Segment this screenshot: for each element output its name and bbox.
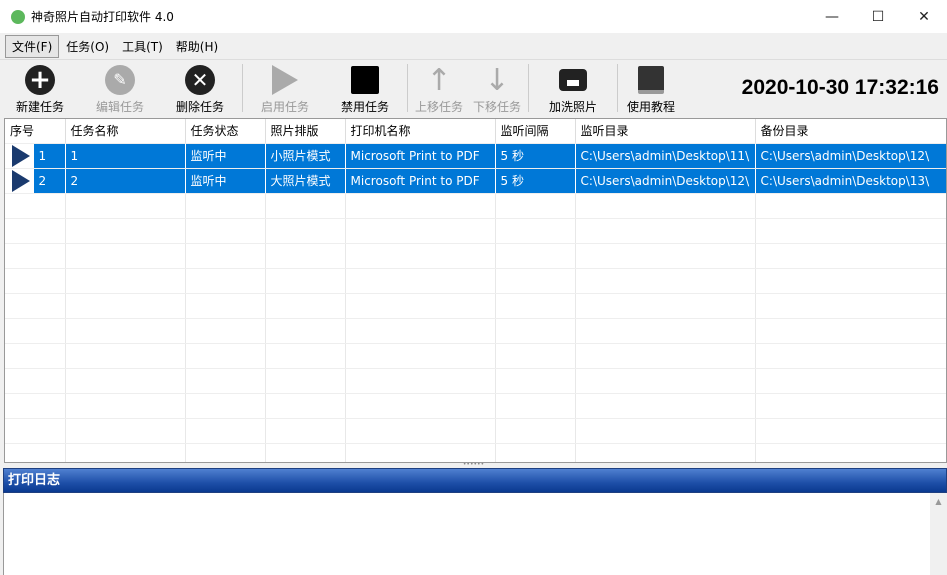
menu-file[interactable]: 文件(F)	[5, 34, 60, 58]
empty-row	[5, 293, 946, 319]
separator	[407, 64, 408, 112]
move-down-button[interactable]: ↓ 下移任务	[468, 60, 526, 116]
cell-status: 监听中	[185, 143, 266, 169]
cell-layout: 小照片模式	[265, 143, 346, 169]
cell-interval: 5 秒	[495, 143, 576, 169]
play-icon	[269, 64, 301, 96]
task-table: 序号 任务名称 任务状态 照片排版 打印机名称 监听间隔 监听目录 备份目录 1…	[4, 118, 947, 463]
col-status[interactable]: 任务状态	[185, 119, 266, 144]
log-scrollbar[interactable]: ▲	[930, 493, 947, 575]
empty-row	[5, 393, 946, 419]
row-indicator-icon	[5, 168, 34, 194]
cell-status: 监听中	[185, 168, 266, 194]
col-layout[interactable]: 照片排版	[265, 119, 346, 144]
edit-task-button[interactable]: ✎ 编辑任务	[80, 60, 160, 116]
enable-task-label: 启用任务	[260, 100, 309, 114]
toolbar: + 新建任务 ✎ 编辑任务 ✕ 删除任务 启用任务 禁用任务 ↑ 上移任务 ↓ 下移任务 …	[0, 59, 947, 117]
cell-index: 1	[33, 143, 66, 169]
minimize-button[interactable]: —	[809, 0, 855, 33]
move-up-button[interactable]: ↑ 上移任务	[410, 60, 468, 116]
empty-row	[5, 318, 946, 344]
window-title: 神奇照片自动打印软件 4.0	[31, 10, 174, 24]
new-task-button[interactable]: + 新建任务	[0, 60, 80, 116]
empty-row	[5, 268, 946, 294]
menu-tools[interactable]: 工具(T)	[116, 36, 169, 57]
table-header: 序号 任务名称 任务状态 照片排版 打印机名称 监听间隔 监听目录 备份目录	[5, 119, 946, 144]
enable-task-button[interactable]: 启用任务	[245, 60, 325, 116]
table-row[interactable]: 2 2 监听中 大照片模式 Microsoft Print to PDF 5 秒…	[5, 168, 946, 194]
cell-watch-dir: C:\Users\admin\Desktop\11\	[575, 143, 756, 169]
empty-row	[5, 368, 946, 394]
edit-icon: ✎	[104, 64, 136, 96]
cell-printer: Microsoft Print to PDF	[345, 143, 496, 169]
disable-task-label: 禁用任务	[340, 100, 389, 114]
empty-row	[5, 343, 946, 369]
move-up-label: 上移任务	[414, 100, 463, 114]
col-printer[interactable]: 打印机名称	[345, 119, 496, 144]
reprint-label: 加洗照片	[548, 100, 597, 114]
empty-row	[5, 443, 946, 462]
delete-task-button[interactable]: ✕ 删除任务	[160, 60, 240, 116]
clock: 2020-10-30 17:32:16	[741, 76, 939, 99]
delete-task-label: 删除任务	[175, 100, 224, 114]
move-down-label: 下移任务	[472, 100, 521, 114]
arrow-down-icon: ↓	[484, 62, 510, 98]
cell-watch-dir: C:\Users\admin\Desktop\12\	[575, 168, 756, 194]
stop-icon	[349, 64, 381, 96]
cell-printer: Microsoft Print to PDF	[345, 168, 496, 194]
empty-row	[5, 193, 946, 219]
edit-task-label: 编辑任务	[95, 100, 144, 114]
cell-backup-dir: C:\Users\admin\Desktop\13\	[755, 168, 946, 194]
col-backup-dir[interactable]: 备份目录	[755, 119, 946, 144]
col-task-name[interactable]: 任务名称	[65, 119, 186, 144]
maximize-button[interactable]: ☐	[855, 0, 901, 33]
cell-task-name: 2	[65, 168, 186, 194]
cell-layout: 大照片模式	[265, 168, 346, 194]
close-button[interactable]: ✕	[901, 0, 947, 33]
tutorial-button[interactable]: 使用教程	[620, 60, 682, 116]
cell-backup-dir: C:\Users\admin\Desktop\12\	[755, 143, 946, 169]
separator	[242, 64, 243, 112]
log-panel-header: 打印日志	[3, 468, 947, 493]
table-row[interactable]: 1 1 监听中 小照片模式 Microsoft Print to PDF 5 秒…	[5, 143, 946, 169]
title-bar: 神奇照片自动打印软件 4.0 — ☐ ✕	[0, 0, 947, 33]
separator	[617, 64, 618, 112]
empty-row	[5, 418, 946, 444]
cell-task-name: 1	[65, 143, 186, 169]
row-indicator-icon	[5, 143, 34, 169]
arrow-up-icon: ↑	[426, 62, 452, 98]
log-panel: ▲	[3, 493, 947, 575]
close-circle-icon: ✕	[184, 64, 216, 96]
menu-bar: 文件(F) 任务(O) 工具(T) 帮助(H)	[0, 34, 947, 58]
disable-task-button[interactable]: 禁用任务	[325, 60, 405, 116]
col-index[interactable]: 序号	[5, 119, 66, 144]
cell-index: 2	[33, 168, 66, 194]
empty-row	[5, 243, 946, 269]
col-interval[interactable]: 监听间隔	[495, 119, 576, 144]
empty-row	[5, 218, 946, 244]
book-icon	[635, 64, 667, 96]
menu-task[interactable]: 任务(O)	[60, 36, 115, 57]
printer-icon	[557, 64, 589, 96]
tutorial-label: 使用教程	[626, 100, 675, 114]
reprint-button[interactable]: 加洗照片	[531, 60, 615, 116]
plus-icon: +	[24, 64, 56, 96]
cell-interval: 5 秒	[495, 168, 576, 194]
separator	[528, 64, 529, 112]
menu-help[interactable]: 帮助(H)	[170, 36, 224, 57]
app-icon	[11, 9, 25, 24]
col-watch-dir[interactable]: 监听目录	[575, 119, 756, 144]
new-task-label: 新建任务	[15, 100, 64, 114]
